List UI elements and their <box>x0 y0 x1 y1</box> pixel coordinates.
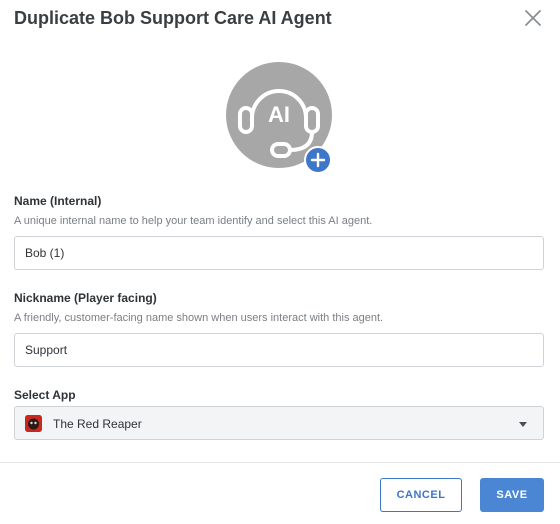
duplicate-agent-dialog: Duplicate Bob Support Care AI Agent AI N… <box>0 0 560 524</box>
app-logo-icon <box>25 415 42 432</box>
name-help-text: A unique internal name to help your team… <box>14 215 373 227</box>
agent-avatar: AI <box>226 62 334 174</box>
name-label: Name (Internal) <box>14 194 102 208</box>
footer-divider <box>0 462 560 463</box>
add-avatar-button[interactable] <box>304 146 332 174</box>
avatar-ai-text: AI <box>268 102 290 127</box>
app-select[interactable]: The Red Reaper <box>14 406 544 440</box>
close-icon[interactable] <box>522 7 544 29</box>
plus-icon <box>310 152 326 168</box>
dialog-title: Duplicate Bob Support Care AI Agent <box>14 8 332 28</box>
app-select-value: The Red Reaper <box>53 417 142 431</box>
select-app-label: Select App <box>14 388 76 402</box>
nickname-input[interactable] <box>14 333 544 367</box>
save-button[interactable]: SAVE <box>480 478 544 512</box>
nickname-label: Nickname (Player facing) <box>14 291 157 305</box>
cancel-button[interactable]: CANCEL <box>380 478 462 512</box>
chevron-down-icon <box>519 422 527 427</box>
nickname-help-text: A friendly, customer-facing name shown w… <box>14 312 384 324</box>
name-input[interactable] <box>14 236 544 270</box>
